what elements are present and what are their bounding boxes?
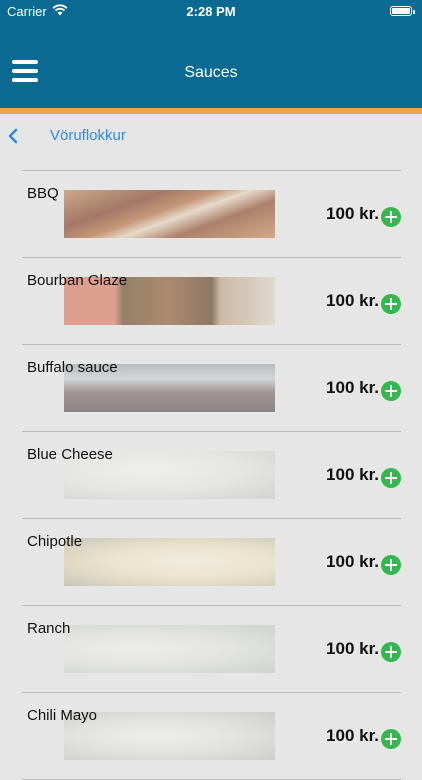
product-image [64, 538, 275, 586]
status-time: 2:28 PM [186, 4, 236, 19]
add-to-cart-icon[interactable] [381, 642, 401, 662]
product-list: BBQ 100 kr. Bourban Glaze 100 kr. Buffal… [22, 170, 401, 780]
list-item[interactable]: Buffalo sauce 100 kr. [22, 345, 401, 432]
add-to-cart-icon[interactable] [381, 555, 401, 575]
list-item[interactable]: Ranch 100 kr. [22, 606, 401, 693]
product-name: Chipotle [27, 533, 83, 550]
status-bar: Carrier 2:28 PM [0, 0, 422, 22]
add-to-cart-icon[interactable] [381, 468, 401, 488]
product-name: Bourban Glaze [27, 272, 128, 289]
list-item[interactable]: Blue Cheese 100 kr. [22, 432, 401, 519]
product-price: 100 kr. [326, 552, 379, 571]
navigation-bar: Sauces [0, 22, 422, 108]
add-to-cart-icon[interactable] [381, 381, 401, 401]
list-item[interactable]: Bourban Glaze 100 kr. [22, 258, 401, 345]
add-to-cart-icon[interactable] [381, 294, 401, 314]
product-price: 100 kr. [326, 291, 379, 310]
product-price: 100 kr. [326, 378, 379, 397]
add-to-cart-icon[interactable] [381, 207, 401, 227]
product-name: Buffalo sauce [27, 359, 118, 376]
product-image [64, 625, 275, 673]
product-price: 100 kr. [326, 204, 379, 223]
list-item[interactable]: Chili Mayo 100 kr. [22, 693, 401, 780]
page-title: Sauces [184, 64, 238, 81]
battery-icon [390, 6, 415, 16]
back-button[interactable]: Vöruflokkur [50, 127, 126, 144]
product-price: 100 kr. [326, 639, 379, 658]
product-name: Ranch [27, 620, 71, 637]
breadcrumb: Vöruflokkur [0, 114, 422, 158]
product-name: Blue Cheese [27, 446, 113, 463]
list-item[interactable]: BBQ 100 kr. [22, 171, 401, 258]
list-item[interactable]: Chipotle 100 kr. [22, 519, 401, 606]
product-price: 100 kr. [326, 465, 379, 484]
add-to-cart-icon[interactable] [381, 729, 401, 749]
product-image [64, 190, 275, 238]
chevron-left-icon[interactable] [6, 128, 20, 144]
product-name: BBQ [27, 185, 59, 202]
product-name: Chili Mayo [27, 707, 98, 724]
product-price: 100 kr. [326, 726, 379, 745]
